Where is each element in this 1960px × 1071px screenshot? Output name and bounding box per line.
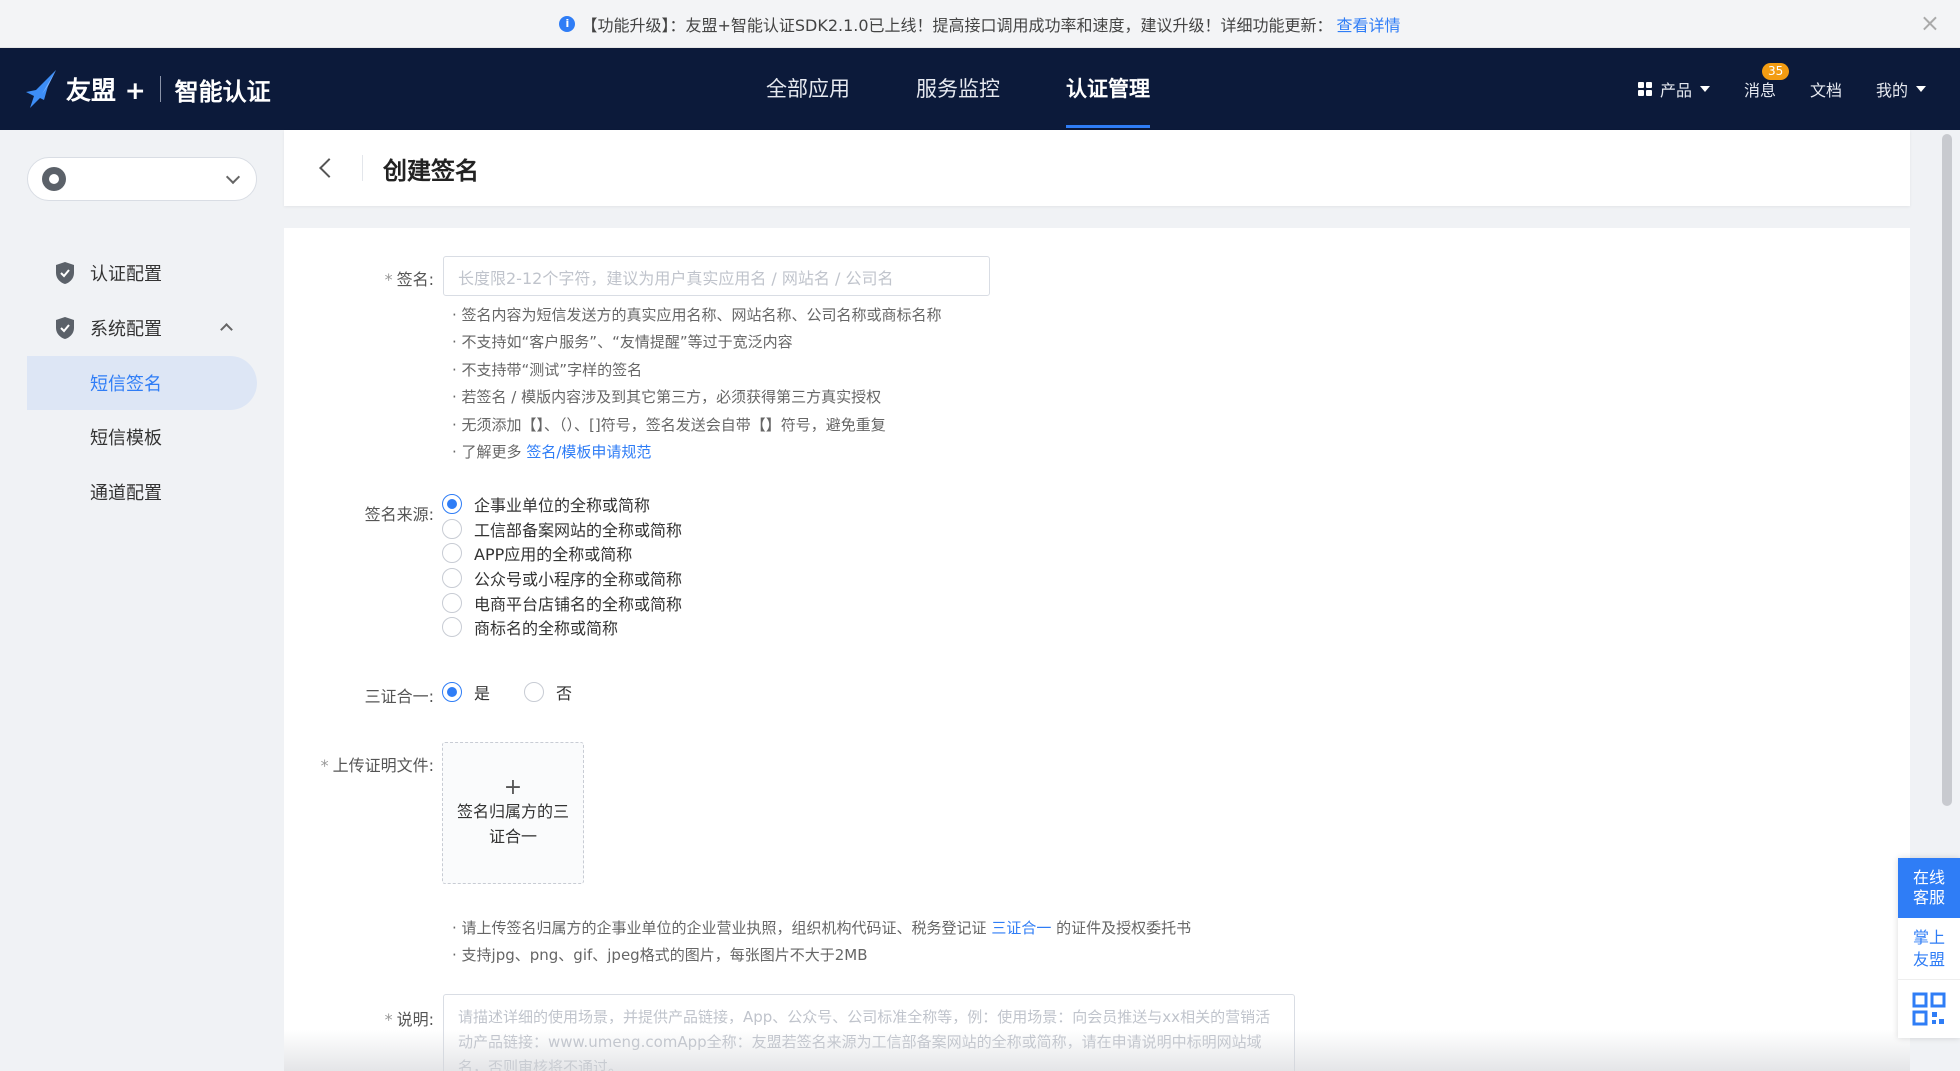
scrollbar[interactable] <box>1942 134 1952 806</box>
shield-icon <box>56 262 74 284</box>
three-in-one-yes[interactable]: 是 <box>442 680 490 704</box>
plus-icon: + <box>503 775 523 800</box>
chevron-down-icon <box>225 169 241 185</box>
source-option[interactable]: 公众号或小程序的全称或简称 <box>442 566 682 590</box>
three-in-one-no[interactable]: 否 <box>524 680 572 704</box>
signature-input[interactable]: 长度限2-12个字符，建议为用户真实应用名 / 网站名 / 公司名 <box>443 256 990 296</box>
required-mark: * <box>384 1010 393 1029</box>
sidebar-item-sms-template[interactable]: 短信模板 <box>27 410 257 464</box>
required-mark: * <box>320 756 329 775</box>
logo[interactable]: 友盟 + 智能认证 <box>22 68 271 110</box>
sidebar-item-channel-config[interactable]: 通道配置 <box>27 465 257 519</box>
logo-divider <box>159 76 161 102</box>
upload-label: * 上传证明文件: <box>320 756 434 775</box>
grid-icon <box>1637 82 1652 96</box>
three-in-one-link[interactable]: 三证合一 <box>991 919 1051 937</box>
caret-down-icon <box>1699 86 1710 92</box>
radio-icon[interactable] <box>442 593 462 613</box>
source-option[interactable]: 企事业单位的全称或简称 <box>442 492 650 516</box>
product-name: 智能认证 <box>174 77 271 106</box>
signature-hint: · 签名内容为短信发送方的真实应用名称、网站名称、公司名称或商标名称 <box>452 306 942 324</box>
qrcode-icon <box>1912 992 1946 1026</box>
upload-hint: · 请上传签名归属方的企事业单位的企业营业执照，组织机构代码证、税务登记证 三证… <box>452 919 1192 937</box>
back-icon[interactable] <box>319 158 339 178</box>
header-divider <box>362 155 363 181</box>
required-mark: * <box>384 270 393 289</box>
mobile-umeng-button[interactable]: 掌上 友盟 <box>1898 918 1960 980</box>
sidebar-item-label: 通道配置 <box>90 483 162 504</box>
menu-service-monitor[interactable]: 服务监控 <box>916 48 1000 130</box>
create-signature-form: * 签名: 长度限2-12个字符，建议为用户真实应用名 / 网站名 / 公司名 ·… <box>284 228 1910 1071</box>
source-option[interactable]: 商标名的全称或简称 <box>442 615 618 639</box>
shield-icon <box>56 317 74 339</box>
radio-icon[interactable] <box>442 519 462 539</box>
sidebar-item-sms-signature[interactable]: 短信签名 <box>27 356 257 410</box>
radio-icon[interactable] <box>442 568 462 588</box>
page-header: 创建签名 <box>284 130 1910 206</box>
products-label: 产品 <box>1659 81 1692 100</box>
upload-button-label: 证合一 <box>488 827 537 846</box>
spec-link[interactable]: 签名/模板申请规范 <box>526 443 651 461</box>
upload-button[interactable]: + 签名归属方的三 证合一 <box>442 742 584 884</box>
signature-hint: · 若签名 / 模版内容涉及到其它第三方，必须获得第三方真实授权 <box>452 388 882 406</box>
sidebar-item-auth-config[interactable]: 认证配置 <box>27 246 257 300</box>
chevron-up-icon <box>220 323 233 336</box>
radio-checked-icon[interactable] <box>442 682 462 702</box>
float-widget: 在线 客服 掌上 友盟 <box>1898 858 1960 1038</box>
radio-icon[interactable] <box>442 617 462 637</box>
page-title: 创建签名 <box>383 156 479 185</box>
notice-link[interactable]: 查看详情 <box>1337 12 1401 36</box>
description-label: * 说明: <box>384 1010 434 1029</box>
signature-hint: · 不支持如“客户服务”、“友情提醒”等过于宽泛内容 <box>452 333 793 351</box>
online-service-button[interactable]: 在线 客服 <box>1898 858 1960 918</box>
sidebar-item-label: 短信签名 <box>90 374 162 395</box>
signature-hint: · 不支持带“测试”字样的签名 <box>452 361 643 379</box>
description-input[interactable]: 请描述详细的使用场景，并提供产品链接，App、公众号、公司标准全称等，例：使用场… <box>443 994 1295 1071</box>
docs-link[interactable]: 文档 <box>1810 77 1842 101</box>
qrcode-icon[interactable] <box>1898 980 1960 1038</box>
top-navigation: 友盟 + 智能认证 全部应用 服务监控 认证管理 产品 消息 35 文档 我的 <box>0 48 1960 130</box>
messages-label: 消息 <box>1743 81 1776 100</box>
docs-label: 文档 <box>1809 81 1842 100</box>
notice-text: 【功能升级】：友盟+智能认证SDK2.1.0已上线！提高接口调用成功率和速度，建… <box>581 15 1333 35</box>
messages-badge: 35 <box>1761 63 1790 80</box>
sidebar-item-label: 系统配置 <box>90 319 162 340</box>
signature-hint-more: · 了解更多 签名/模板申请规范 <box>452 443 652 461</box>
mine-label: 我的 <box>1875 81 1908 100</box>
signature-label: * 签名: <box>384 270 434 289</box>
source-option[interactable]: 电商平台店铺名的全称或简称 <box>442 591 682 615</box>
close-icon[interactable]: × <box>1920 11 1940 35</box>
sidebar: 认证配置 系统配置 短信签名 短信模板 通道配置 <box>0 130 282 1071</box>
mine-menu[interactable]: 我的 <box>1876 77 1926 101</box>
sidebar-item-label: 认证配置 <box>90 264 162 285</box>
sidebar-item-system-config[interactable]: 系统配置 <box>27 301 257 355</box>
signature-hint: · 无须添加【】、（）、[]符号，签名发送会自带【】符号，避免重复 <box>452 416 886 434</box>
user-nav: 产品 消息 35 文档 我的 <box>1637 48 1960 130</box>
upload-button-label: 签名归属方的三 <box>456 802 569 821</box>
main-menu: 全部应用 服务监控 认证管理 <box>766 48 1216 130</box>
sidebar-item-label: 短信模板 <box>90 428 162 449</box>
notice-bar: i 【功能升级】：友盟+智能认证SDK2.1.0已上线！提高接口调用成功率和速度… <box>0 0 1960 48</box>
source-option[interactable]: 工信部备案网站的全称或简称 <box>442 517 682 541</box>
source-option[interactable]: APP应用的全称或简称 <box>442 541 632 565</box>
app-select[interactable] <box>27 157 257 201</box>
menu-auth-management[interactable]: 认证管理 <box>1066 48 1150 130</box>
products-menu[interactable]: 产品 <box>1637 77 1710 101</box>
info-icon: i <box>559 15 576 32</box>
brand-name: 友盟 + <box>66 76 146 105</box>
radio-icon[interactable] <box>524 682 544 702</box>
messages-link[interactable]: 消息 35 <box>1743 63 1790 101</box>
radio-checked-icon[interactable] <box>442 494 462 514</box>
apple-icon <box>42 167 66 191</box>
upload-hint: · 支持jpg、png、gif、jpeg格式的图片，每张图片不大于2MB <box>452 946 868 964</box>
three-in-one-label: 三证合一: <box>364 687 434 706</box>
source-label: 签名来源: <box>364 505 434 524</box>
caret-down-icon <box>1916 86 1926 92</box>
umeng-bird-icon <box>26 70 56 108</box>
menu-all-apps[interactable]: 全部应用 <box>766 48 850 130</box>
radio-icon[interactable] <box>442 543 462 563</box>
